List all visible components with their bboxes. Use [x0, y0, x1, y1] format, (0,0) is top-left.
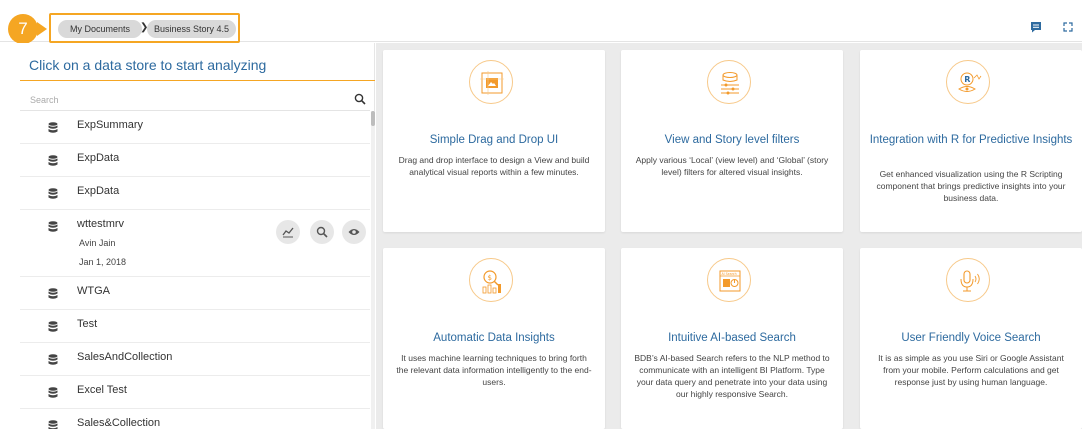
ai-search-icon: AI Search — [707, 258, 751, 302]
feature-card-ai-search: AI Search Intuitive AI-based Search BDB’… — [621, 248, 843, 429]
line-chart-icon — [282, 227, 294, 238]
breadcrumb-item-my-documents[interactable]: My Documents — [58, 20, 142, 38]
search-icon — [316, 226, 328, 238]
data-store-panel: Click on a data store to start analyzing… — [0, 43, 375, 429]
feature-card-drag-drop: Simple Drag and Drop UI Drag and drop in… — [383, 50, 605, 232]
ai-search-icon-label: AI Search — [722, 272, 737, 276]
search-icon[interactable] — [354, 93, 366, 105]
datastore-name: wttestmrv — [77, 218, 125, 230]
database-icon — [48, 122, 58, 133]
feature-description: Drag and drop interface to design a View… — [398, 155, 590, 177]
feature-cards-area: Simple Drag and Drop UI Drag and drop in… — [376, 43, 1082, 429]
feature-description: It is as simple as you use Siri or Googl… — [878, 353, 1064, 387]
feature-title: Integration with R for Predictive Insigh… — [869, 134, 1073, 146]
svg-text:$: $ — [488, 274, 492, 282]
voice-search-icon — [946, 258, 990, 302]
scrollbar[interactable] — [371, 111, 375, 429]
breadcrumb-item-business-story[interactable]: Business Story 4.5 — [147, 20, 236, 38]
svg-text:R: R — [964, 75, 970, 84]
feature-title: Simple Drag and Drop UI — [429, 134, 559, 146]
filter-icon — [707, 60, 751, 104]
database-icon — [48, 321, 58, 332]
feature-title: Intuitive AI-based Search — [668, 332, 796, 344]
step-number-badge: 7 — [8, 14, 38, 44]
feature-card-r-integration: R Integration with R for Predictive Insi… — [860, 50, 1082, 232]
data-store-list: ExpSummary ExpData ExpData wttestmrv Avi… — [20, 111, 370, 429]
datastore-name: ExpData — [77, 185, 120, 197]
database-icon — [48, 288, 58, 299]
analyze-button[interactable] — [276, 220, 300, 244]
panel-title: Click on a data store to start analyzing — [29, 57, 267, 73]
datastore-name: ExpData — [77, 152, 120, 164]
datastore-name: WTGA — [77, 285, 110, 297]
r-integration-icon: R — [946, 60, 990, 104]
feature-card-voice-search: User Friendly Voice Search It is as simp… — [860, 248, 1082, 429]
list-item[interactable]: ExpData — [20, 177, 370, 210]
datastore-name: ExpSummary — [77, 119, 144, 131]
feature-description: Apply various ‘Local’ (view level) and ‘… — [635, 155, 829, 177]
database-icon — [48, 188, 58, 199]
breadcrumb: My Documents ❯ Business Story 4.5 — [49, 13, 240, 43]
datastore-name: Excel Test — [77, 384, 127, 396]
feature-card-filters: View and Story level filters Apply vario… — [621, 50, 843, 232]
feature-title: User Friendly Voice Search — [901, 332, 1041, 344]
search-datastore-button[interactable] — [310, 220, 334, 244]
fullscreen-icon[interactable] — [1061, 20, 1075, 34]
database-icon — [48, 155, 58, 166]
panel-divider — [20, 80, 375, 81]
list-item[interactable]: ExpData — [20, 144, 370, 177]
pointer-arrow-icon — [37, 22, 47, 36]
eye-icon — [348, 229, 360, 235]
list-item-selected[interactable]: wttestmrv Avin Jain Jan 1, 2018 — [20, 210, 370, 277]
datastore-name: SalesAndCollection — [77, 351, 173, 363]
list-item[interactable]: WTGA — [20, 277, 370, 310]
list-item[interactable]: SalesAndCollection — [20, 343, 370, 376]
feature-title: Automatic Data Insights — [433, 332, 555, 344]
feature-description: BDB’s AI-based Search refers to the NLP … — [634, 353, 830, 399]
database-icon — [48, 387, 58, 398]
data-insights-icon: $ — [469, 258, 513, 302]
datastore-date: Jan 1, 2018 — [79, 257, 127, 267]
list-item[interactable]: ExpSummary — [20, 111, 370, 144]
list-item[interactable]: Test — [20, 310, 370, 343]
feature-description: It uses machine learning techniques to b… — [396, 353, 592, 387]
feature-description: Get enhanced visualization using the R S… — [876, 169, 1066, 203]
datastore-owner: Avin Jain — [79, 238, 116, 248]
preview-button[interactable] — [342, 220, 366, 244]
search-bar — [20, 89, 370, 111]
top-bar: 7 My Documents ❯ Business Story 4.5 — [0, 0, 1082, 44]
list-item[interactable]: Sales&Collection — [20, 409, 370, 429]
database-icon — [48, 354, 58, 365]
feature-card-data-insights: $ Automatic Data Insights It uses machin… — [383, 248, 605, 429]
database-icon — [48, 221, 58, 232]
drag-drop-icon — [469, 60, 513, 104]
scrollbar-thumb[interactable] — [371, 111, 375, 126]
comment-icon[interactable] — [1029, 20, 1043, 34]
datastore-name: Test — [77, 318, 98, 330]
datastore-name: Sales&Collection — [77, 417, 161, 429]
feature-title: View and Story level filters — [664, 134, 800, 146]
list-item[interactable]: Excel Test — [20, 376, 370, 409]
database-icon — [48, 420, 58, 429]
search-input[interactable] — [30, 92, 330, 108]
